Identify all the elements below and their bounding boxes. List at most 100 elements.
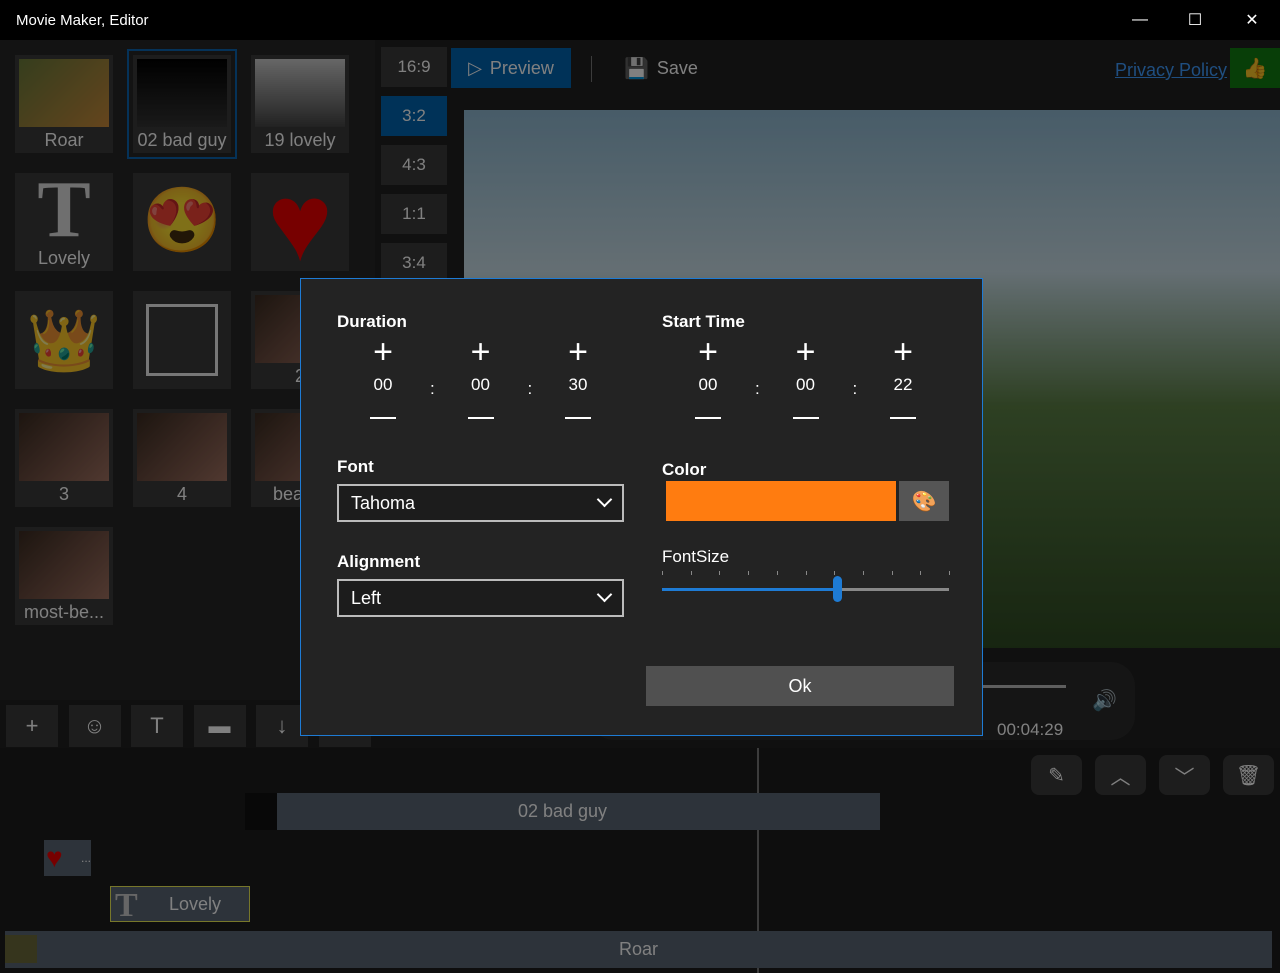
library-item[interactable]: 4 xyxy=(133,409,231,507)
clip-label: Lovely xyxy=(168,893,222,914)
close-button[interactable]: ✕ xyxy=(1224,0,1280,40)
text-icon: T xyxy=(115,887,138,924)
like-button[interactable]: 👍 xyxy=(1230,48,1280,88)
slider-tick xyxy=(748,571,750,575)
time-display: 00:04:29 xyxy=(997,720,1064,739)
arrow-down-icon: ↓ xyxy=(276,713,288,738)
plus-icon[interactable]: + xyxy=(883,335,923,369)
emoji-icon: 😍 xyxy=(142,184,222,256)
thumbnail xyxy=(19,531,109,599)
chevron-down-icon xyxy=(596,491,613,508)
save-label: Save xyxy=(656,57,698,78)
library-item[interactable]: 😍 xyxy=(133,173,231,271)
timeline-clip-bad-guy[interactable]: 02 bad guy xyxy=(245,793,880,830)
save-button[interactable]: 💾 Save xyxy=(624,48,698,88)
timeline-clip-roar[interactable]: Roar xyxy=(5,931,1272,968)
delete-button[interactable]: 🗑 xyxy=(1223,755,1274,795)
plus-icon[interactable]: + xyxy=(688,335,728,369)
thumbnail xyxy=(137,59,227,127)
preview-label: Preview xyxy=(489,57,554,78)
time-separator: : xyxy=(430,379,435,398)
volume-icon[interactable]: 🔊 xyxy=(1092,688,1117,713)
aspect-ratio-3-4[interactable]: 3:4 xyxy=(381,243,447,283)
move-up-button[interactable]: ︿ xyxy=(1095,755,1146,795)
slider-tick xyxy=(834,571,836,575)
font-label: Font xyxy=(337,457,374,476)
library-item[interactable] xyxy=(133,291,231,389)
thumbs-up-icon: 👍 xyxy=(1242,57,1268,80)
frame-icon xyxy=(146,304,218,376)
seek-bar[interactable] xyxy=(980,685,1066,688)
timeline-clip-heart[interactable]: ♥... xyxy=(44,840,91,876)
library-item[interactable]: Roar xyxy=(15,55,113,153)
palette-icon: 🎨 xyxy=(911,490,937,513)
time-separator: : xyxy=(527,379,533,398)
plus-icon[interactable]: + xyxy=(786,335,826,369)
library-item[interactable]: 3 xyxy=(15,409,113,507)
minus-icon[interactable] xyxy=(370,417,396,419)
duration-h-spinner: +00 xyxy=(363,335,403,419)
slider-thumb[interactable] xyxy=(833,576,843,602)
duration-m-spinner: +00 xyxy=(461,335,501,419)
edit-button[interactable]: ✎ xyxy=(1031,755,1082,795)
aspect-ratio-16-9[interactable]: 16:9 xyxy=(381,47,447,87)
library-item[interactable]: 19 lovely xyxy=(251,55,349,153)
aspect-ratio-4-3[interactable]: 4:3 xyxy=(381,145,447,185)
thumbnail xyxy=(137,413,227,481)
start-h-spinner: +00 xyxy=(688,335,728,419)
privacy-policy-link[interactable]: Privacy Policy xyxy=(1115,60,1227,81)
library-item[interactable]: ♥ xyxy=(251,173,349,271)
minus-icon[interactable] xyxy=(565,417,591,419)
clip-thumbnail xyxy=(245,793,277,830)
library-item[interactable]: most-be... xyxy=(15,527,113,625)
time-separator: : xyxy=(755,379,760,398)
minus-icon[interactable] xyxy=(695,417,721,419)
ok-button[interactable]: Ok xyxy=(646,666,954,706)
aspect-ratio-3-2[interactable]: 3:2 xyxy=(381,96,447,136)
slider-tick xyxy=(920,571,922,575)
preview-button[interactable]: ▷ Preview xyxy=(451,48,571,88)
thumbnail xyxy=(255,59,345,127)
library-item[interactable]: 👑 xyxy=(15,291,113,389)
start-m-spinner: +00 xyxy=(786,335,826,419)
font-select[interactable]: Tahoma xyxy=(337,484,624,522)
minus-icon[interactable] xyxy=(792,417,819,419)
duration-m-value: 00 xyxy=(471,375,490,394)
plus-icon[interactable]: + xyxy=(558,335,598,369)
text-button[interactable]: T xyxy=(131,705,183,747)
slider-tick xyxy=(891,571,893,575)
plus-icon[interactable]: + xyxy=(363,335,403,369)
sticker-button[interactable]: ☺ xyxy=(68,705,121,747)
library-item[interactable]: 02 bad guy xyxy=(127,49,237,159)
aspect-ratio-1-1[interactable]: 1:1 xyxy=(381,194,447,234)
alignment-select[interactable]: Left xyxy=(337,579,624,617)
minimize-button[interactable]: — xyxy=(1112,0,1168,40)
slider-tick xyxy=(949,571,950,575)
maximize-button[interactable]: ☐ xyxy=(1167,0,1223,40)
duration-s-value: 30 xyxy=(568,375,588,394)
start-s-value: 22 xyxy=(893,375,913,394)
color-swatch[interactable] xyxy=(666,481,896,521)
fontsize-slider[interactable] xyxy=(662,571,950,605)
chevron-up-icon: ︿ xyxy=(1110,766,1131,789)
divider xyxy=(591,56,592,82)
rectangle-button[interactable]: ▬ xyxy=(193,705,246,747)
save-icon: 💾 xyxy=(624,57,649,80)
timeline-clip-lovely[interactable]: T Lovely xyxy=(110,886,250,924)
text-icon: T xyxy=(37,173,91,254)
library-item-label: 4 xyxy=(176,484,187,504)
move-down-button[interactable]: ﹀ xyxy=(1159,755,1210,795)
clip-label: ... xyxy=(80,851,91,865)
plus-icon[interactable]: + xyxy=(461,335,501,369)
minus-icon[interactable] xyxy=(890,417,916,419)
heart-icon: ♥ xyxy=(267,173,333,271)
clip-label: 02 bad guy xyxy=(517,801,608,821)
add-button[interactable]: + xyxy=(6,705,58,747)
start-h-value: 00 xyxy=(698,375,718,394)
slider-tick xyxy=(662,571,663,575)
minus-icon[interactable] xyxy=(467,417,494,419)
library-item[interactable]: T Lovely xyxy=(15,173,113,271)
slider-tick xyxy=(690,571,692,575)
alignment-label: Alignment xyxy=(337,552,421,571)
color-picker-button[interactable]: 🎨 xyxy=(899,481,949,521)
